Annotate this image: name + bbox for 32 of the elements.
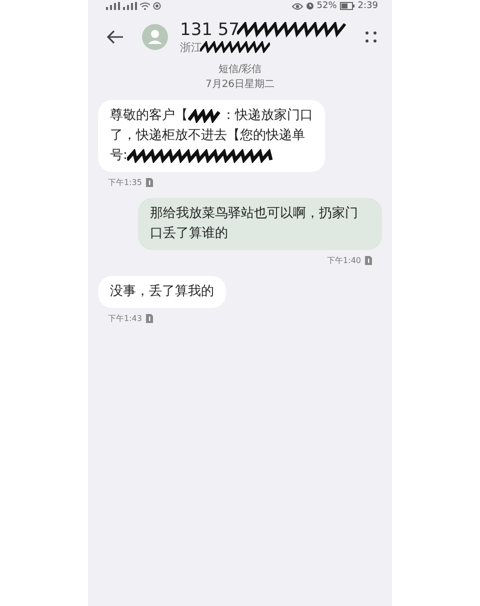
message-text: ：快递放家门口 (222, 107, 313, 125)
sim-icon (146, 314, 153, 323)
signal-icon (123, 2, 137, 10)
sim-icon (146, 178, 153, 187)
message-text: 号: (110, 147, 128, 165)
circle-icon (153, 2, 161, 10)
contact-number: 131 57 (180, 20, 240, 40)
message-text: 了，快递柜放不进去【您的快递单 (110, 127, 305, 145)
battery-percent: 52% (316, 1, 337, 11)
back-button[interactable] (104, 28, 126, 46)
contact-location: 浙江 (180, 40, 202, 54)
message-time: 下午1:43 (108, 313, 142, 324)
battery-icon (340, 2, 355, 10)
date-label: 7月26日星期二 (204, 78, 276, 92)
eye-icon (292, 2, 303, 10)
alarm-icon (306, 2, 314, 10)
avatar-icon (142, 24, 168, 50)
status-time: 2:39 (358, 1, 378, 11)
signal-icon (106, 2, 120, 10)
redaction-scribble (200, 41, 270, 53)
message-text: 没事，丢了算我的 (110, 284, 214, 299)
message-bubble[interactable]: 尊敬的客户【 ：快递放家门口 了，快递柜放不进去【您的快递单 号: (98, 100, 325, 172)
message-text: 那给我放菜鸟驿站也可以啊，扔家门口丢了算谁的 (150, 206, 358, 241)
message-time: 下午1:40 (327, 255, 361, 266)
thread-label: 短信/彩信 (217, 63, 263, 77)
message-text: 尊敬的客户【 (110, 107, 188, 125)
message-time: 下午1:35 (108, 177, 142, 188)
sim-icon (365, 256, 372, 265)
redaction-scribble (188, 109, 222, 123)
message-bubble[interactable]: 没事，丢了算我的 (98, 276, 226, 308)
wifi-icon (140, 2, 150, 10)
message-bubble[interactable]: 那给我放菜鸟驿站也可以啊，扔家门口丢了算谁的 (138, 198, 382, 250)
